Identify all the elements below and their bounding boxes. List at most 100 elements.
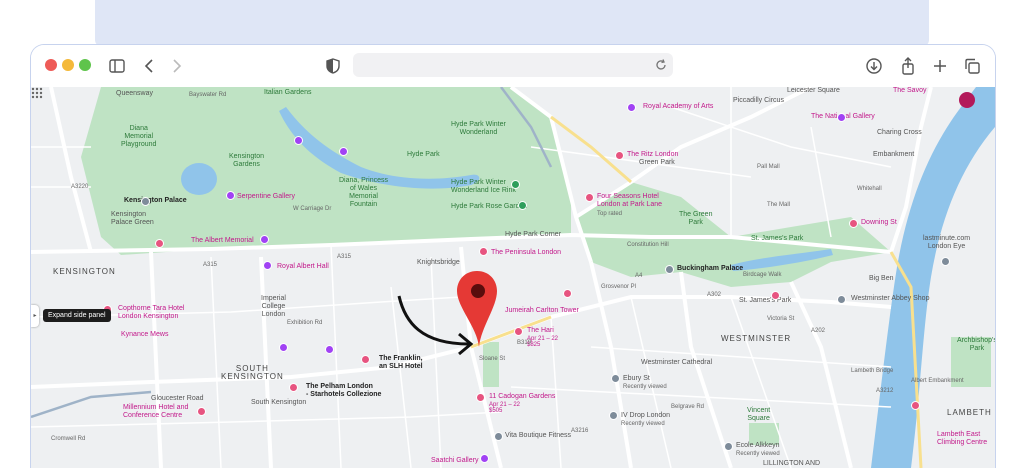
label-italian-gardens[interactable]: Italian Gardens: [264, 89, 311, 97]
label-albert-memorial[interactable]: The Albert Memorial: [191, 237, 254, 245]
poi-recent-icon[interactable]: [611, 374, 620, 383]
label-saatchi[interactable]: Saatchi Gallery: [431, 457, 478, 465]
label-kynance-mews[interactable]: Kynance Mews: [121, 331, 168, 339]
poi-monument-icon[interactable]: [260, 235, 269, 244]
poi-park-icon[interactable]: [511, 180, 520, 189]
shield-icon[interactable]: [322, 55, 344, 77]
label-london-eye[interactable]: lastminute.com London Eye: [923, 235, 970, 251]
label-piccadilly-circus[interactable]: Piccadilly Circus: [733, 97, 784, 105]
label-st-james-park[interactable]: St. James's Park: [751, 235, 803, 243]
label-hyde-park[interactable]: Hyde Park: [407, 151, 440, 159]
poi-museum-icon[interactable]: [339, 147, 348, 156]
label-the-hari[interactable]: The Hari: [527, 327, 554, 335]
tabs-icon[interactable]: [961, 55, 983, 77]
poi-museum-icon[interactable]: [294, 136, 303, 145]
label-green-park[interactable]: The Green Park: [679, 211, 712, 227]
label-embankment[interactable]: Embankment: [873, 151, 914, 159]
label-charing-cross[interactable]: Charing Cross: [877, 129, 922, 137]
poi-hotel-icon[interactable]: [615, 151, 624, 160]
label-vincent-square[interactable]: Vincent Square: [747, 407, 770, 423]
label-buckingham[interactable]: Buckingham Palace: [677, 265, 743, 273]
label-serpentine-gallery[interactable]: Serpentine Gallery: [237, 193, 295, 201]
poi-museum-icon[interactable]: [279, 343, 288, 352]
label-downing[interactable]: Downing St: [861, 219, 897, 227]
label-diana-fountain[interactable]: Diana, Princess of Wales Memorial Founta…: [339, 177, 388, 209]
label-savoy[interactable]: The Savoy: [893, 87, 926, 95]
label-lambeth-climbing[interactable]: Lambeth East Climbing Centre: [937, 431, 987, 447]
poi-hotel-icon[interactable]: [197, 407, 206, 416]
label-gloucester-road[interactable]: Gloucester Road: [151, 395, 204, 403]
poi-hotel-icon[interactable]: [289, 383, 298, 392]
new-tab-icon[interactable]: [929, 55, 951, 77]
apps-grid-icon[interactable]: [31, 87, 43, 99]
poi-palace-icon[interactable]: [665, 265, 674, 274]
expand-side-panel-button[interactable]: ▸: [31, 305, 39, 327]
label-ritz[interactable]: The Ritz London: [627, 151, 678, 159]
minimize-window-button[interactable]: [62, 59, 74, 71]
label-archbishops-park[interactable]: Archbishop's Park: [957, 337, 995, 353]
label-peninsula[interactable]: The Peninsula London: [491, 249, 561, 257]
label-copthorne[interactable]: Copthorne Tara Hotel London Kensington: [118, 305, 184, 321]
location-pin-icon[interactable]: [455, 269, 499, 349]
label-kensington-palace[interactable]: Kensington Palace: [124, 197, 187, 205]
poi-museum-icon[interactable]: [325, 345, 334, 354]
close-window-button[interactable]: [45, 59, 57, 71]
poi-gallery-icon[interactable]: [226, 191, 235, 200]
poi-garden-icon[interactable]: [518, 201, 527, 210]
label-royal-albert-hall[interactable]: Royal Albert Hall: [277, 263, 329, 271]
poi-hotel-icon[interactable]: [155, 239, 164, 248]
poi-hotel-icon[interactable]: [585, 193, 594, 202]
label-millennium-hotel[interactable]: Millennium Hotel and Conference Centre: [123, 404, 188, 420]
download-icon[interactable]: [863, 55, 885, 77]
sidebar-icon[interactable]: [106, 55, 128, 77]
share-icon[interactable]: [897, 55, 919, 77]
poi-ferris-wheel-icon[interactable]: [941, 257, 950, 266]
label-imperial-college[interactable]: Imperial College London: [261, 295, 286, 319]
label-hyde-park-corner[interactable]: Hyde Park Corner: [505, 231, 561, 239]
label-iv-drop[interactable]: IV Drop London: [621, 412, 670, 420]
poi-shop-icon[interactable]: [837, 295, 846, 304]
poi-climbing-icon[interactable]: [911, 401, 920, 410]
poi-recent-icon[interactable]: [609, 411, 618, 420]
label-winter-wonderland[interactable]: Hyde Park Winter Wonderland: [451, 121, 506, 137]
label-four-seasons[interactable]: Four Seasons Hotel London at Park Lane: [597, 193, 662, 209]
poi-museum-icon[interactable]: [837, 113, 846, 122]
zoom-window-button[interactable]: [79, 59, 91, 71]
poi-fitness-icon[interactable]: [494, 432, 503, 441]
label-ecole[interactable]: Ecole Alkkeyn: [736, 442, 780, 450]
label-vita-fitness[interactable]: Vita Boutique Fitness: [505, 432, 571, 440]
poi-museum-icon[interactable]: [627, 103, 636, 112]
label-st-james-station[interactable]: St. James's Park: [739, 297, 791, 305]
poi-hotel-icon[interactable]: [563, 289, 572, 298]
address-bar[interactable]: [353, 53, 673, 77]
label-big-ben[interactable]: Big Ben: [869, 275, 894, 283]
label-hyde-park-rose[interactable]: Hyde Park Rose Garden: [451, 203, 527, 211]
poi-recent-icon[interactable]: [724, 442, 733, 451]
label-westminster-cathedral[interactable]: Westminster Cathedral: [641, 359, 712, 367]
label-cadogan-gardens[interactable]: 11 Cadogan Gardens: [489, 393, 555, 401]
label-knightsbridge[interactable]: Knightsbridge: [417, 259, 460, 267]
label-royal-academy[interactable]: Royal Academy of Arts: [643, 103, 713, 111]
map-view[interactable]: Queensway Bayswater Rd Italian Gardens D…: [31, 87, 995, 468]
label-diana-memorial[interactable]: Diana Memorial Playground: [121, 125, 156, 149]
forward-icon[interactable]: [165, 55, 187, 77]
label-westminster-abbey[interactable]: Westminster Abbey Shop: [851, 295, 929, 303]
poi-hotel-icon[interactable]: [476, 393, 485, 402]
poi-hall-icon[interactable]: [263, 261, 272, 270]
back-icon[interactable]: [139, 55, 161, 77]
poi-hotel-icon[interactable]: [479, 247, 488, 256]
poi-hotel-icon[interactable]: [514, 327, 523, 336]
poi-landmark-icon[interactable]: [849, 219, 858, 228]
label-pelham-hotel[interactable]: The Pelham London - Starhotels Collezion…: [306, 383, 381, 399]
poi-hotel-icon[interactable]: [361, 355, 370, 364]
label-leicester-square[interactable]: Leicester Square: [787, 87, 840, 95]
label-ebury[interactable]: Ebury St: [623, 375, 650, 383]
label-green-park-station[interactable]: Green Park: [639, 159, 675, 167]
poi-palace-icon[interactable]: [141, 197, 150, 206]
account-avatar[interactable]: [959, 92, 975, 108]
label-jumeirah[interactable]: Jumeirah Carlton Tower: [505, 307, 579, 315]
label-kensington-gardens[interactable]: Kensington Gardens: [229, 153, 264, 169]
label-south-ken-station[interactable]: South Kensington: [251, 399, 306, 407]
poi-shop-icon[interactable]: [771, 291, 780, 300]
reload-icon[interactable]: [653, 57, 669, 73]
